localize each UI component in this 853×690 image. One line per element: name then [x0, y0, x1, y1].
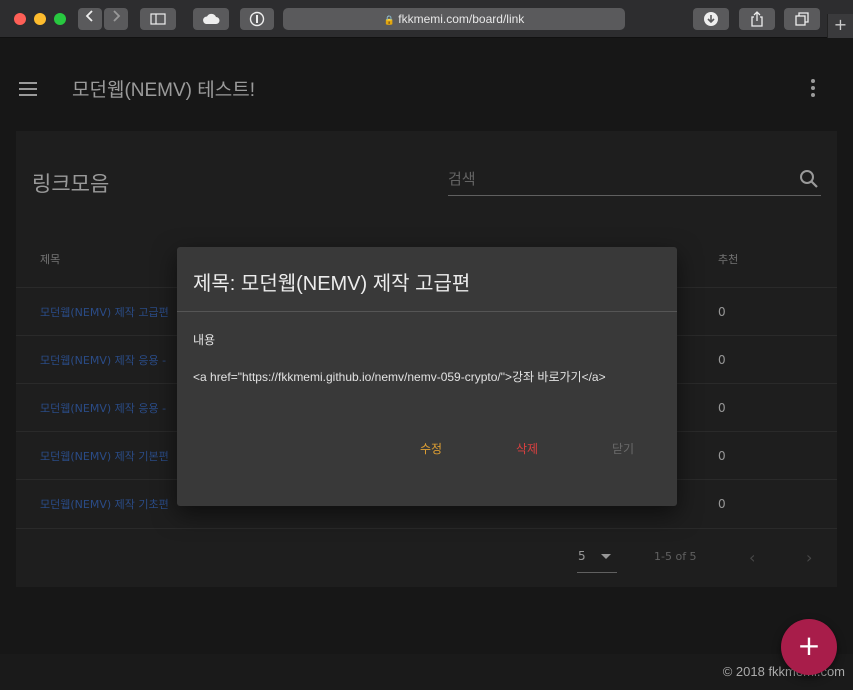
- content-label: 내용: [193, 333, 216, 347]
- onepassword-icon: [249, 11, 265, 27]
- share-button[interactable]: [739, 8, 775, 30]
- tab-overview-button[interactable]: [784, 8, 820, 30]
- cloud-icon: [203, 13, 220, 24]
- page: 🔒 fkkmemi.com/board/link + 모던웹(NEMV) 테스트…: [0, 0, 853, 690]
- edit-button[interactable]: 수정: [420, 440, 442, 457]
- chevron-right-icon: [113, 10, 121, 22]
- site-footer: © 2018 fkkmemi.com: [0, 654, 853, 690]
- password-manager-button[interactable]: [240, 8, 274, 30]
- close-button[interactable]: 닫기: [612, 440, 634, 457]
- browser-toolbar: 🔒 fkkmemi.com/board/link +: [0, 0, 853, 38]
- sidebar-toggle-button[interactable]: [140, 8, 176, 30]
- icloud-button[interactable]: [193, 8, 229, 30]
- dialog-divider: [177, 311, 677, 312]
- address-bar[interactable]: 🔒 fkkmemi.com/board/link: [283, 8, 625, 30]
- add-button[interactable]: +: [781, 619, 837, 675]
- back-button[interactable]: [78, 8, 102, 30]
- share-icon: [751, 11, 763, 27]
- download-icon: [704, 12, 718, 26]
- lock-icon: 🔒: [383, 15, 395, 25]
- sidebar-icon: [150, 13, 166, 25]
- maximize-window-button[interactable]: [54, 13, 66, 25]
- dialog-title: 제목: 모던웹(NEMV) 제작 고급편: [193, 273, 471, 295]
- tabs-icon: [795, 12, 809, 26]
- minimize-window-button[interactable]: [34, 13, 46, 25]
- content-body: <a href="https://fkkmemi.github.io/nemv/…: [193, 370, 606, 384]
- forward-button[interactable]: [104, 8, 128, 30]
- new-tab-button[interactable]: +: [827, 14, 853, 38]
- url-text: fkkmemi.com/board/link: [398, 12, 525, 26]
- close-window-button[interactable]: [14, 13, 26, 25]
- post-detail-dialog: 제목: 모던웹(NEMV) 제작 고급편 내용 <a href="https:/…: [177, 247, 677, 506]
- downloads-button[interactable]: [693, 8, 729, 30]
- delete-button[interactable]: 삭제: [516, 440, 538, 457]
- chevron-left-icon: [85, 10, 93, 22]
